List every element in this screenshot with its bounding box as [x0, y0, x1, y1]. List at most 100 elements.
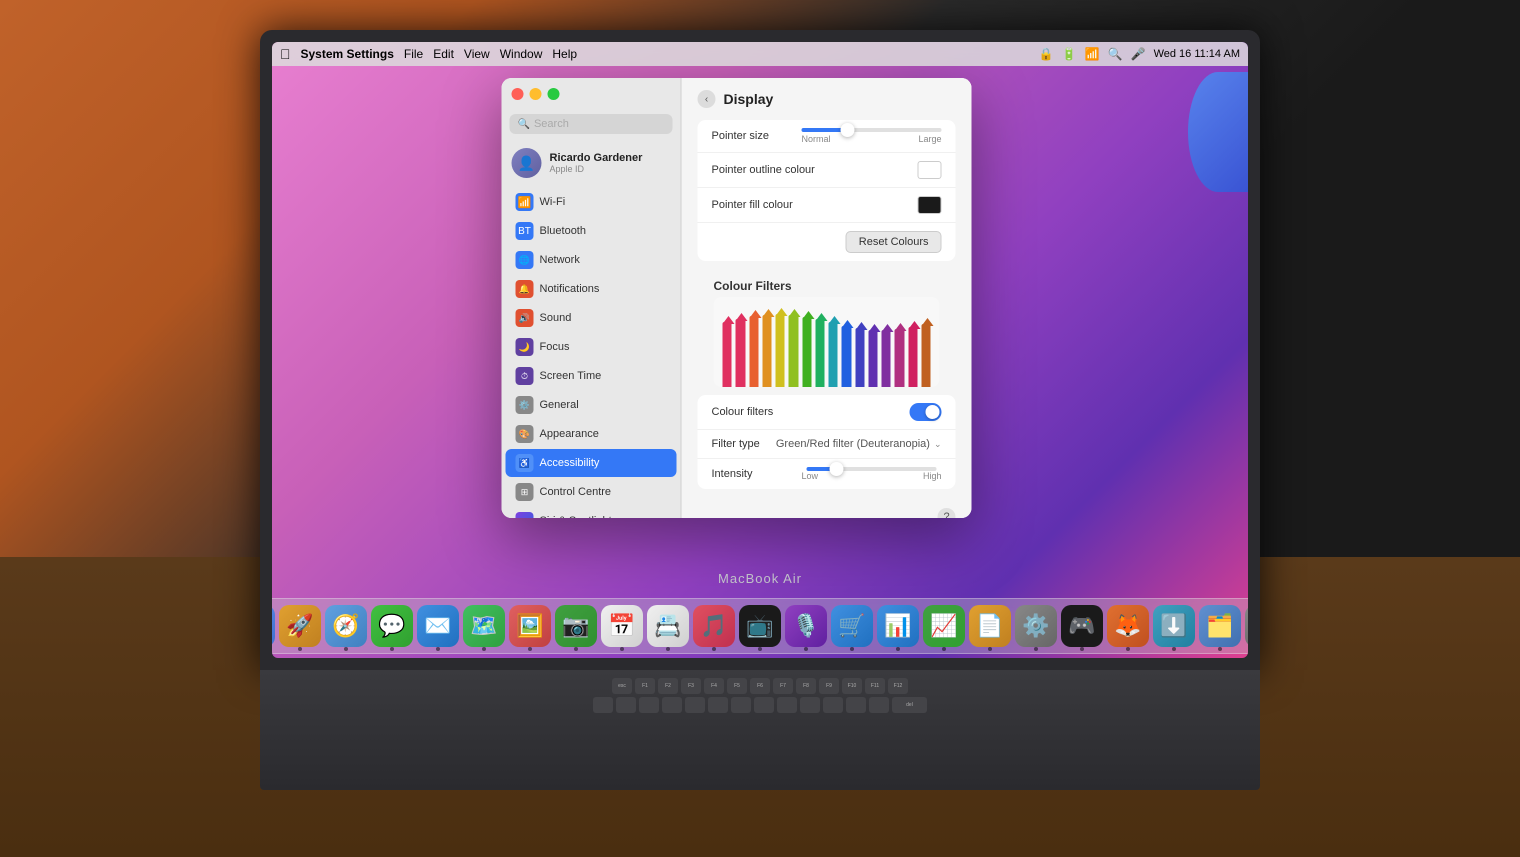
dock-icon-transmission[interactable]: ⬇️: [1153, 605, 1195, 647]
sidebar-item-controlcenter[interactable]: ⊞ Control Centre: [506, 478, 677, 506]
key-8[interactable]: [777, 697, 797, 713]
key-esc[interactable]: esc: [612, 678, 632, 694]
dock-icon-contacts[interactable]: 📇: [647, 605, 689, 647]
menubar-view[interactable]: View: [464, 47, 490, 61]
siri-icon[interactable]: 🎤: [1131, 47, 1146, 61]
filter-type-select[interactable]: Green/Red filter (Deuteranopia) ⌄: [776, 438, 942, 450]
menubar-help[interactable]: Help: [552, 47, 577, 61]
key-f1[interactable]: F1: [635, 678, 655, 694]
sidebar-item-siri[interactable]: ◎ Siri & Spotlight: [506, 507, 677, 518]
dock-icon-trash[interactable]: 🗑️: [1245, 605, 1248, 647]
menubar-edit[interactable]: Edit: [433, 47, 454, 61]
dock-icon-epic-games[interactable]: 🎮: [1061, 605, 1103, 647]
sidebar-item-label: Focus: [540, 341, 570, 353]
key-9[interactable]: [800, 697, 820, 713]
sidebar-item-bluetooth[interactable]: BT Bluetooth: [506, 217, 677, 245]
dock-icon-safari[interactable]: 🧭: [325, 605, 367, 647]
key-f7[interactable]: F7: [773, 678, 793, 694]
dock-icon-calendar[interactable]: 📅: [601, 605, 643, 647]
user-profile[interactable]: 👤 Ricardo Gardener Apple ID: [502, 142, 681, 184]
intensity-slider[interactable]: Low High: [802, 467, 942, 481]
minimize-button[interactable]: [530, 88, 542, 100]
search-bar[interactable]: 🔍 Search: [510, 114, 673, 134]
dock-icon-photos[interactable]: 🖼️: [509, 605, 551, 647]
key-f4[interactable]: F4: [704, 678, 724, 694]
key-0[interactable]: [823, 697, 843, 713]
reset-colours-button[interactable]: Reset Colours: [846, 231, 942, 253]
dock-icon-facetime[interactable]: 📷: [555, 605, 597, 647]
key-f11[interactable]: F11: [865, 678, 885, 694]
key-f6[interactable]: F6: [750, 678, 770, 694]
key-f2[interactable]: F2: [658, 678, 678, 694]
key-backtick[interactable]: [593, 697, 613, 713]
sidebar-item-wifi[interactable]: 📶 Wi-Fi: [506, 188, 677, 216]
dock-icon-firefox[interactable]: 🦊: [1107, 605, 1149, 647]
menubar-window[interactable]: Window: [500, 47, 543, 61]
filter-type-label: Filter type: [712, 438, 760, 450]
dock-icon-messages[interactable]: 💬: [371, 605, 413, 647]
dock-icon-podcasts[interactable]: 🎙️: [785, 605, 827, 647]
dock-icon-system-settings[interactable]: ⚙️: [1015, 605, 1057, 647]
dock-icon-maps[interactable]: 🗺️: [463, 605, 505, 647]
dock-icon-music[interactable]: 🎵: [693, 605, 735, 647]
key-equals[interactable]: [869, 697, 889, 713]
colour-filters-toggle[interactable]: [910, 403, 942, 421]
pencil-3: [762, 315, 771, 387]
search-menubar-icon[interactable]: 🔍: [1108, 47, 1123, 61]
pointer-fill-label: Pointer fill colour: [712, 199, 793, 211]
sidebar-item-notifications[interactable]: 🔔 Notifications: [506, 275, 677, 303]
key-2[interactable]: [639, 697, 659, 713]
screentime-icon: ⏱: [516, 367, 534, 385]
key-3[interactable]: [662, 697, 682, 713]
key-f5[interactable]: F5: [727, 678, 747, 694]
dock-icon-mail[interactable]: ✉️: [417, 605, 459, 647]
sidebar-item-focus[interactable]: 🌙 Focus: [506, 333, 677, 361]
dock-icon-pages[interactable]: 📄: [969, 605, 1011, 647]
help-button[interactable]: ?: [938, 508, 956, 518]
key-f8[interactable]: F8: [796, 678, 816, 694]
filter-type-row: Filter type Green/Red filter (Deuteranop…: [698, 430, 956, 459]
sidebar-item-appearance[interactable]: 🎨 Appearance: [506, 420, 677, 448]
dock-icon-finder-2[interactable]: 🗂️: [1199, 605, 1241, 647]
key-1[interactable]: [616, 697, 636, 713]
sidebar-item-accessibility[interactable]: ♿ Accessibility: [506, 449, 677, 477]
key-6[interactable]: [731, 697, 751, 713]
dock-icon-app-store[interactable]: 🛒: [831, 605, 873, 647]
settings-window: 🔍 Search 👤 Ricardo Gardener Apple ID 📶: [502, 78, 972, 518]
pointer-size-slider[interactable]: Normal Large: [802, 128, 942, 144]
dock-icon-numbers[interactable]: 📈: [923, 605, 965, 647]
sidebar-item-screentime[interactable]: ⏱ Screen Time: [506, 362, 677, 390]
sidebar-item-general[interactable]: ⚙️ General: [506, 391, 677, 419]
maximize-button[interactable]: [548, 88, 560, 100]
dock-icon-keynote[interactable]: 📊: [877, 605, 919, 647]
key-4[interactable]: [685, 697, 705, 713]
pencil-15: [921, 324, 930, 387]
sound-icon: 🔊: [516, 309, 534, 327]
dock-icon-launchpad[interactable]: 🚀: [279, 605, 321, 647]
dock-icon-finder[interactable]: 🔵: [272, 605, 275, 647]
chevron-down-icon: ⌄: [934, 439, 942, 450]
key-5[interactable]: [708, 697, 728, 713]
key-f3[interactable]: F3: [681, 678, 701, 694]
key-7[interactable]: [754, 697, 774, 713]
key-f10[interactable]: F10: [842, 678, 862, 694]
sidebar: 🔍 Search 👤 Ricardo Gardener Apple ID 📶: [502, 78, 682, 518]
intensity-min-label: Low: [802, 471, 819, 481]
sidebar-item-network[interactable]: 🌐 Network: [506, 246, 677, 274]
search-input[interactable]: Search: [534, 118, 569, 130]
pointer-fill-colour-swatch[interactable]: [918, 196, 942, 214]
key-f9[interactable]: F9: [819, 678, 839, 694]
sidebar-item-label: General: [540, 399, 579, 411]
sidebar-item-sound[interactable]: 🔊 Sound: [506, 304, 677, 332]
accessibility-icon: ♿: [516, 454, 534, 472]
notifications-icon: 🔔: [516, 280, 534, 298]
key-minus[interactable]: [846, 697, 866, 713]
intensity-row: Intensity Low High: [698, 459, 956, 489]
menubar-file[interactable]: File: [404, 47, 423, 61]
key-delete[interactable]: del: [892, 697, 927, 713]
close-button[interactable]: [512, 88, 524, 100]
pointer-outline-colour-swatch[interactable]: [918, 161, 942, 179]
key-f12[interactable]: F12: [888, 678, 908, 694]
dock-icon-apple-tv[interactable]: 📺: [739, 605, 781, 647]
back-button[interactable]: ‹: [698, 90, 716, 108]
